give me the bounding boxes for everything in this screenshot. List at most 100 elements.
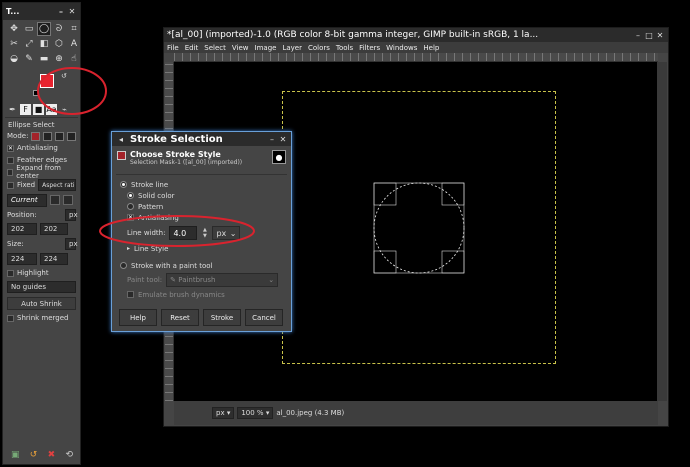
landscape-icon[interactable] — [63, 195, 73, 205]
menu-colors[interactable]: Colors — [308, 44, 330, 52]
clone-icon[interactable]: ⊕ — [52, 52, 66, 66]
menu-tools[interactable]: Tools — [336, 44, 353, 52]
feather-checkbox[interactable] — [7, 156, 14, 164]
dialog-antialiasing-checkbox[interactable]: ✕ — [127, 214, 134, 221]
expand-checkbox[interactable] — [7, 168, 14, 176]
bucket-icon[interactable]: ◒ — [7, 52, 21, 66]
position-unit-dropdown[interactable]: px — [65, 208, 78, 221]
mode-subtract-icon[interactable] — [55, 131, 65, 141]
menu-help[interactable]: Help — [423, 44, 439, 52]
antialiasing-checkbox[interactable]: ✕ — [7, 144, 14, 152]
highlight-row[interactable]: Highlight — [3, 267, 80, 279]
maximize-icon[interactable]: □ — [644, 30, 654, 40]
size-unit-dropdown[interactable]: px — [65, 238, 78, 250]
guides-dropdown[interactable]: No guides — [7, 281, 76, 293]
paint-tool-radio[interactable] — [120, 262, 127, 269]
swap-colors-icon[interactable]: ↺ — [61, 72, 67, 80]
transform-icon[interactable]: ⤢ — [22, 37, 36, 51]
close-icon[interactable]: ✕ — [278, 134, 288, 144]
toolbox-titlebar[interactable]: T... – ✕ — [3, 3, 80, 20]
line-width-input[interactable]: 4.0 — [169, 226, 198, 240]
lasso-icon[interactable]: ᘐ — [52, 22, 66, 36]
shrink-merged-row[interactable]: Shrink merged — [3, 312, 80, 324]
mode-add-icon[interactable] — [43, 131, 53, 141]
ellipse-select-icon[interactable]: ◯ — [37, 22, 51, 36]
paint-tool-option[interactable]: Stroke with a paint tool — [112, 260, 291, 271]
portrait-icon[interactable] — [50, 195, 60, 205]
line-style-expander[interactable]: ▸ Line Style — [112, 243, 291, 254]
smudge-icon[interactable]: ☝ — [67, 52, 81, 66]
size-w-input[interactable]: 224 — [7, 253, 37, 265]
scissors-icon[interactable]: ✂ — [7, 37, 21, 51]
image-window-titlebar[interactable]: *[al_00] (imported)-1.0 (RGB color 8-bit… — [164, 28, 668, 42]
aspect-ratio-dropdown[interactable]: Aspect ratio — [38, 179, 76, 191]
line-width-unit-dropdown[interactable]: px ⌄ — [212, 226, 241, 240]
delete-icon[interactable]: ✖ — [48, 450, 56, 460]
spin-down-icon[interactable]: ▼ — [203, 233, 207, 239]
menu-file[interactable]: File — [167, 44, 179, 52]
minimize-icon[interactable]: – — [633, 30, 643, 40]
image-layer[interactable] — [282, 91, 556, 364]
eraser-icon[interactable]: ▬ — [37, 52, 51, 66]
auto-shrink-button[interactable]: Auto Shrink — [7, 297, 76, 310]
mode-intersect-icon[interactable] — [67, 131, 76, 141]
save-options-icon[interactable]: ▣ — [11, 450, 20, 460]
minimize-icon[interactable]: – — [56, 7, 66, 17]
expander-icon[interactable]: ▸ — [127, 245, 130, 252]
shrink-merged-checkbox[interactable] — [7, 314, 14, 322]
emulate-checkbox[interactable] — [127, 291, 134, 298]
path-tool-icon[interactable]: ✒ — [7, 104, 18, 115]
brush-preset-icon[interactable]: ■ — [33, 103, 44, 115]
stroke-button[interactable]: Stroke — [203, 309, 241, 326]
emulate-option[interactable]: Emulate brush dynamics — [112, 289, 291, 300]
crop-icon[interactable]: ⌗ — [67, 22, 81, 36]
position-x-input[interactable]: 202 — [7, 223, 37, 235]
vertical-scrollbar[interactable] — [657, 62, 667, 401]
close-icon[interactable]: ✕ — [655, 30, 665, 40]
mode-replace-icon[interactable] — [31, 131, 41, 141]
menu-layer[interactable]: Layer — [282, 44, 302, 52]
restore-icon[interactable]: ↺ — [30, 450, 38, 460]
zoom-dropdown[interactable]: 100 % ▾ — [237, 407, 274, 419]
move-tool-icon[interactable]: ✥ — [7, 22, 21, 36]
size-h-input[interactable]: 224 — [40, 253, 68, 265]
menu-filters[interactable]: Filters — [359, 44, 380, 52]
cage-icon[interactable]: ⬡ — [52, 37, 66, 51]
brush-icon[interactable]: ✎ — [22, 52, 36, 66]
pattern-radio[interactable] — [127, 203, 134, 210]
highlight-checkbox[interactable] — [7, 269, 14, 277]
cancel-button[interactable]: Cancel — [245, 309, 283, 326]
minimize-icon[interactable]: – — [267, 134, 277, 144]
dialog-titlebar[interactable]: ◂ Stroke Selection – ✕ — [112, 132, 291, 146]
menu-edit[interactable]: Edit — [185, 44, 199, 52]
stroke-line-radio[interactable] — [120, 181, 127, 188]
pattern-option[interactable]: Pattern — [112, 201, 291, 212]
dialog-antialiasing-option[interactable]: ✕ Antialiasing — [112, 212, 291, 223]
horizontal-ruler[interactable] — [174, 53, 658, 62]
font-icon[interactable]: F — [20, 103, 31, 115]
dialog-menu-icon[interactable]: ◂ — [116, 134, 126, 144]
flip-icon[interactable]: ◧ — [37, 37, 51, 51]
current-field[interactable]: Current — [7, 193, 47, 207]
text-tool-icon[interactable]: A — [67, 37, 81, 51]
close-icon[interactable]: ✕ — [67, 7, 77, 17]
position-y-input[interactable]: 202 — [40, 223, 68, 235]
pattern-preset-icon[interactable]: Aa — [46, 103, 57, 115]
menu-select[interactable]: Select — [204, 44, 226, 52]
stroke-line-option[interactable]: Stroke line — [112, 179, 291, 190]
default-colors-icon[interactable] — [33, 90, 39, 96]
fixed-checkbox[interactable] — [7, 181, 14, 189]
unit-dropdown[interactable]: px ▾ — [212, 407, 235, 419]
gradient-icon[interactable]: ⌁ — [59, 104, 70, 115]
menu-windows[interactable]: Windows — [386, 44, 417, 52]
reset-icon[interactable]: ⟲ — [65, 450, 73, 460]
antialiasing-row[interactable]: ✕ Antialiasing — [3, 142, 80, 154]
menu-view[interactable]: View — [232, 44, 249, 52]
solid-color-radio[interactable] — [127, 192, 134, 199]
line-width-spinner[interactable]: ▲ ▼ — [201, 226, 208, 240]
paint-tool-dropdown[interactable]: ✎ Paintbrush ⌄ — [166, 273, 279, 287]
solid-color-option[interactable]: Solid color — [112, 190, 291, 201]
foreground-color-swatch[interactable] — [40, 74, 54, 88]
reset-button[interactable]: Reset — [161, 309, 199, 326]
menu-image[interactable]: Image — [255, 44, 277, 52]
